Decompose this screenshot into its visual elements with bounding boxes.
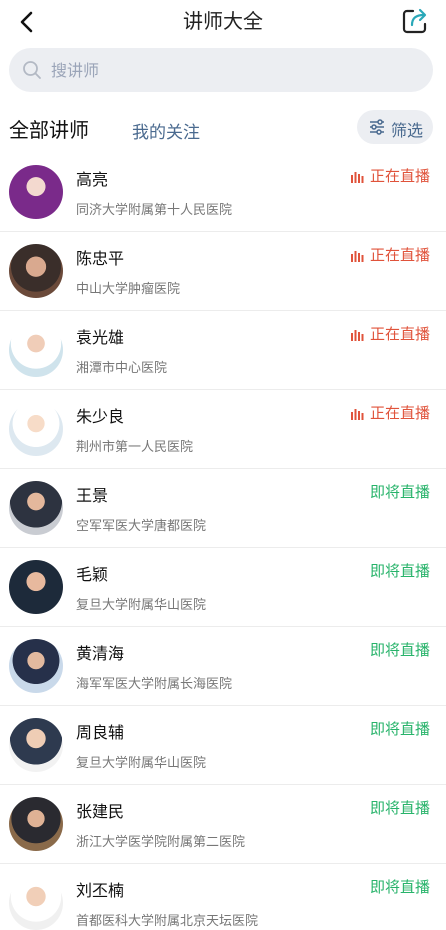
tab-bar: 全部讲师 我的关注 筛选 xyxy=(0,104,446,150)
filter-sliders-icon xyxy=(370,119,384,135)
status-text: 正在直播 xyxy=(369,404,430,422)
live-bars-icon xyxy=(350,172,364,183)
lecturer-name: 朱少良 xyxy=(76,407,125,426)
lecturer-name: 陈忠平 xyxy=(76,249,125,268)
tab-my-following[interactable]: 我的关注 xyxy=(132,118,200,143)
avatar xyxy=(9,560,63,614)
lecturer-name: 高亮 xyxy=(76,170,109,189)
search-input[interactable] xyxy=(51,48,411,92)
lecturer-name: 王景 xyxy=(76,486,109,505)
tab-all-lecturers[interactable]: 全部讲师 xyxy=(9,114,89,143)
lecturer-row[interactable]: 陈忠平 中山大学肿瘤医院 正在直播 xyxy=(0,232,446,311)
live-bars-icon xyxy=(350,409,364,420)
avatar xyxy=(9,718,63,772)
upcoming-status-badge[interactable]: 即将直播 xyxy=(370,797,430,818)
lecturer-hospital: 湘潭市中心医院 xyxy=(76,361,168,376)
lecturer-hospital: 浙江大学医学院附属第二医院 xyxy=(76,835,246,850)
live-status-badge[interactable]: 正在直播 xyxy=(350,323,430,344)
lecturer-row[interactable]: 朱少良 荆州市第一人民医院 正在直播 xyxy=(0,390,446,469)
lecturer-name: 袁光雄 xyxy=(76,328,125,347)
page-title: 讲师大全 xyxy=(183,9,263,33)
live-bars-icon xyxy=(350,330,364,341)
upcoming-status-badge[interactable]: 即将直播 xyxy=(370,876,430,897)
live-status-badge[interactable]: 正在直播 xyxy=(350,165,430,186)
lecturer-hospital: 荆州市第一人民医院 xyxy=(76,440,194,455)
upcoming-status-badge[interactable]: 即将直播 xyxy=(370,560,430,581)
lecturer-row[interactable]: 袁光雄 湘潭市中心医院 正在直播 xyxy=(0,311,446,390)
live-status-badge[interactable]: 正在直播 xyxy=(350,402,430,423)
upcoming-status-badge[interactable]: 即将直播 xyxy=(370,481,430,502)
lecturer-hospital: 复旦大学附属华山医院 xyxy=(76,756,207,771)
search-icon xyxy=(23,61,41,79)
lecturer-hospital: 空军军医大学唐都医院 xyxy=(76,519,207,534)
lecturer-row[interactable]: 刘丕楠 首都医科大学附属北京天坛医院 即将直播 xyxy=(0,864,446,930)
lecturer-name: 张建民 xyxy=(76,802,125,821)
lecturer-row[interactable]: 毛颖 复旦大学附属华山医院 即将直播 xyxy=(0,548,446,627)
filter-label: 筛选 xyxy=(391,121,424,140)
lecturer-name: 周良辅 xyxy=(76,723,125,742)
search-bar[interactable] xyxy=(9,48,433,92)
lecturer-hospital: 首都医科大学附属北京天坛医院 xyxy=(76,914,259,929)
lecturer-hospital: 海军军医大学附属长海医院 xyxy=(76,677,233,692)
lecturer-hospital: 同济大学附属第十人民医院 xyxy=(76,203,233,218)
avatar xyxy=(9,323,63,377)
avatar xyxy=(9,876,63,930)
status-text: 正在直播 xyxy=(369,167,430,185)
avatar xyxy=(9,165,63,219)
avatar xyxy=(9,639,63,693)
lecturer-row[interactable]: 黄清海 海军军医大学附属长海医院 即将直播 xyxy=(0,627,446,706)
lecturer-row[interactable]: 周良辅 复旦大学附属华山医院 即将直播 xyxy=(0,706,446,785)
lecturer-name: 黄清海 xyxy=(76,644,125,663)
live-bars-icon xyxy=(350,251,364,262)
lecturer-list: 高亮 同济大学附属第十人民医院 正在直播 陈忠平 中山大学肿瘤医院 正在直播 袁… xyxy=(0,153,446,930)
lecturer-row[interactable]: 王景 空军军医大学唐都医院 即将直播 xyxy=(0,469,446,548)
avatar xyxy=(9,481,63,535)
filter-button[interactable]: 筛选 xyxy=(357,110,433,144)
status-text: 正在直播 xyxy=(369,325,430,343)
share-button[interactable] xyxy=(400,6,430,36)
lecturer-hospital: 复旦大学附属华山医院 xyxy=(76,598,207,613)
avatar xyxy=(9,797,63,851)
lecturer-row[interactable]: 高亮 同济大学附属第十人民医院 正在直播 xyxy=(0,153,446,232)
share-icon xyxy=(402,8,427,34)
lecturer-name: 刘丕楠 xyxy=(76,881,125,900)
live-status-badge[interactable]: 正在直播 xyxy=(350,244,430,265)
status-text: 正在直播 xyxy=(369,246,430,264)
lecturer-row[interactable]: 张建民 浙江大学医学院附属第二医院 即将直播 xyxy=(0,785,446,864)
upcoming-status-badge[interactable]: 即将直播 xyxy=(370,639,430,660)
header-bar: 讲师大全 xyxy=(0,0,446,44)
lecturer-hospital: 中山大学肿瘤医院 xyxy=(76,282,181,297)
lecturer-name: 毛颖 xyxy=(76,565,109,584)
avatar xyxy=(9,244,63,298)
avatar xyxy=(9,402,63,456)
upcoming-status-badge[interactable]: 即将直播 xyxy=(370,718,430,739)
